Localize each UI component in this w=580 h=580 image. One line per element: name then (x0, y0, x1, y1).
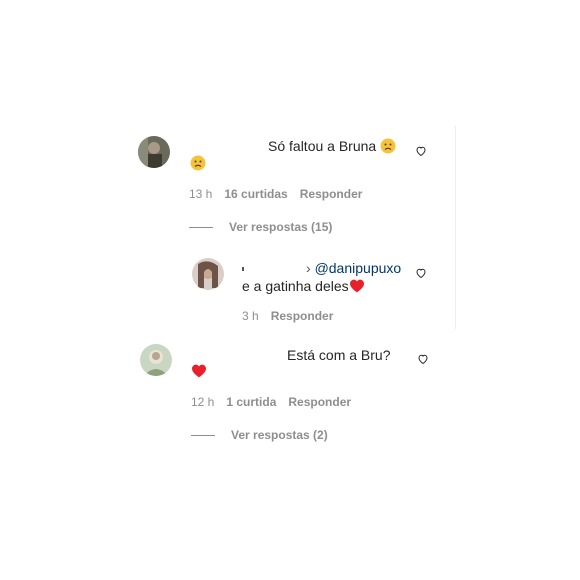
red-heart-emoji-icon (349, 279, 364, 293)
reply-text: e a gatinha deles (242, 277, 365, 295)
reply-button[interactable]: Responder (271, 309, 334, 323)
likes-count[interactable]: 1 curtida (226, 395, 276, 409)
divider-dash (189, 226, 213, 228)
like-heart-icon[interactable] (415, 145, 427, 157)
avatar[interactable] (140, 344, 172, 376)
reply-header: › @danipupuxo (242, 259, 401, 277)
comment-text-content: Está com a Bru? (287, 347, 391, 363)
reply-time[interactable]: 3 h (242, 309, 259, 323)
view-replies-label: Ver respostas (15) (229, 220, 333, 234)
reply-meta: 3 h Responder (242, 309, 333, 323)
like-heart-icon[interactable] (415, 267, 427, 279)
comments-panel: Só faltou a Bruna 13 h 16 curtidas Respo… (0, 0, 580, 580)
redacted-username (242, 266, 301, 272)
mention-link[interactable]: @danipupuxo (315, 260, 402, 276)
divider-dash (191, 434, 215, 436)
reply-button[interactable]: Responder (288, 395, 351, 409)
comment-text-content: Só faltou a Bruna (268, 138, 377, 154)
sad-face-emoji-icon (190, 155, 206, 171)
comment-text: Só faltou a Bruna (268, 137, 396, 155)
view-replies-label: Ver respostas (2) (231, 428, 328, 442)
avatar[interactable] (192, 258, 224, 290)
comment-text: Está com a Bru? (287, 346, 391, 364)
avatar[interactable] (138, 136, 170, 168)
sad-face-emoji-icon (380, 138, 396, 154)
like-heart-icon[interactable] (417, 353, 429, 365)
comment-time[interactable]: 12 h (191, 395, 214, 409)
view-replies-button[interactable]: Ver respostas (2) (191, 428, 328, 442)
redaction-mark: › (306, 260, 311, 276)
comment-meta: 13 h 16 curtidas Responder (189, 187, 362, 201)
red-heart-emoji-icon (192, 364, 206, 378)
comment-time[interactable]: 13 h (189, 187, 212, 201)
likes-count[interactable]: 16 curtidas (224, 187, 287, 201)
panel-divider (455, 126, 456, 329)
comment-meta: 12 h 1 curtida Responder (191, 395, 351, 409)
reply-button[interactable]: Responder (300, 187, 363, 201)
view-replies-button[interactable]: Ver respostas (15) (189, 220, 332, 234)
reply-text-content: e a gatinha deles (242, 278, 349, 294)
